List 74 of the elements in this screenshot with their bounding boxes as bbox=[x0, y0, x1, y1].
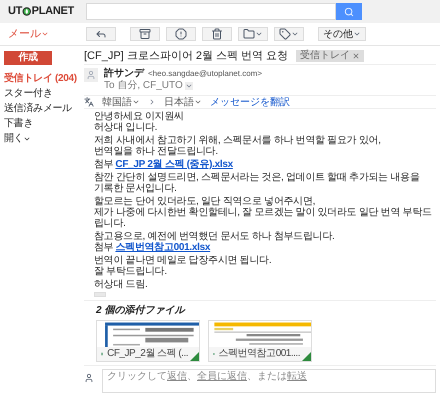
reply-prompt: 、 bbox=[187, 371, 197, 382]
spreadsheet-icon bbox=[101, 350, 104, 358]
body-text: 첨부 bbox=[94, 159, 114, 170]
close-icon[interactable] bbox=[352, 52, 360, 60]
reply-link[interactable]: 全員に返信 bbox=[197, 371, 247, 382]
corner-icon bbox=[302, 352, 311, 361]
trash-button[interactable] bbox=[202, 27, 232, 41]
caret-icon bbox=[194, 98, 202, 106]
body-text: 참깐 간단히 설명드리면, 스펙문서라는 것은, 업데이트 할때 추가되는 내용을 bbox=[94, 172, 420, 183]
folder-icon bbox=[243, 28, 255, 40]
body-text: 기록한 문서입니다. bbox=[94, 183, 178, 194]
body-text: 할모르는 단어 있더라도, 일단 직역으로 넣어주시면, bbox=[94, 196, 316, 207]
body-text: 잘 부탁드립니다. bbox=[94, 266, 168, 277]
body-text: 저희 사내에서 참고하기 위해, 스펙문서를 하나 번역할 필요가 있어, bbox=[94, 135, 382, 146]
attachment-card[interactable]: CF_JP_2월 스펙 (... bbox=[96, 320, 200, 362]
trash-icon bbox=[211, 28, 223, 40]
sender-email: <heo.sangdae@utoplanet.com> bbox=[148, 68, 262, 80]
body-text: 허상대 입니다. bbox=[94, 122, 158, 133]
reply-box[interactable]: クリックして返信、全員に返信、または転送 bbox=[102, 369, 436, 393]
archive-button[interactable] bbox=[130, 27, 160, 41]
body-text: 제가 나중에 다시한번 확인할테니, 잘 모르겠는 말이 있더라도 일단 번역 부탁드립니다. bbox=[94, 207, 433, 229]
label-tag: 受信トレイ bbox=[296, 50, 364, 62]
tag-icon bbox=[279, 28, 291, 40]
sidebar-item[interactable]: 受信トレイ (204) bbox=[4, 71, 84, 86]
more-button[interactable]: その他 bbox=[318, 27, 366, 41]
search-button[interactable] bbox=[336, 3, 362, 20]
archive-icon bbox=[139, 28, 151, 40]
corner-icon bbox=[190, 352, 199, 361]
sidebar-item[interactable]: 開く bbox=[4, 131, 84, 146]
caret-icon[interactable] bbox=[184, 82, 193, 90]
translate-link[interactable]: メッセージを翻訳 bbox=[210, 94, 290, 110]
email-subject: [CF_JP] 크로스파이어 2월 스펙 번역 요청 bbox=[84, 48, 288, 64]
reply-button[interactable] bbox=[86, 27, 116, 41]
attachment-name: CF_JP_2월 스펙 (... bbox=[107, 348, 188, 360]
attachment-name: 스펙번역참고001.... bbox=[218, 348, 300, 360]
caret-icon bbox=[41, 30, 49, 38]
reply-icon bbox=[95, 28, 107, 40]
spam-icon bbox=[175, 28, 187, 40]
search-field[interactable] bbox=[86, 3, 336, 20]
attachment-card[interactable]: 스펙번역참고001.... bbox=[208, 320, 312, 362]
sidebar-item[interactable]: 送信済みメール bbox=[4, 101, 84, 116]
sidebar-item[interactable]: スター付き bbox=[4, 86, 84, 101]
sidebar-item[interactable]: 下書き bbox=[4, 116, 84, 131]
reply-link[interactable]: 転送 bbox=[287, 371, 307, 382]
source-language[interactable]: 韓国語 bbox=[102, 94, 140, 110]
caret-icon bbox=[353, 30, 361, 38]
search-icon bbox=[344, 6, 354, 16]
reply-link[interactable]: 返信 bbox=[167, 371, 187, 382]
caret-icon bbox=[255, 30, 263, 38]
reply-prompt: クリックして bbox=[107, 371, 167, 382]
attachment-link[interactable]: 스펙번역참고001.xlsx bbox=[115, 242, 210, 253]
spam-button[interactable] bbox=[166, 27, 196, 41]
tag-button[interactable] bbox=[274, 27, 304, 41]
reply-prompt: 、または bbox=[247, 371, 287, 382]
compose-button[interactable]: 作成 bbox=[4, 51, 52, 65]
caret-icon bbox=[291, 30, 299, 38]
logo: UT PLANET bbox=[8, 4, 74, 20]
person-icon bbox=[84, 373, 94, 383]
attachment-link[interactable]: CF_JP 2월 스펙 (중유).xlsx bbox=[115, 159, 233, 170]
translate-icon bbox=[84, 97, 94, 107]
mail-menu[interactable]: メール bbox=[8, 26, 74, 42]
flame-icon bbox=[22, 6, 32, 17]
folder-button[interactable] bbox=[238, 27, 268, 41]
caret-icon bbox=[132, 98, 140, 106]
body-text: 참고용으로, 예전에 번역했던 문서도 하나 첨부드립니다. bbox=[94, 231, 336, 242]
recipients: To 自分, CF_UTO bbox=[104, 80, 183, 92]
body-text: 첨부 bbox=[94, 242, 114, 253]
body-text: 허상대 드림. bbox=[94, 279, 148, 290]
attachments-title: 2 個の添付ファイル bbox=[94, 304, 186, 318]
target-language[interactable]: 日本語 bbox=[164, 94, 202, 110]
sender-name: 許サンデ bbox=[104, 68, 144, 80]
body-text: 안녕하세요 이지원씨 bbox=[94, 111, 185, 122]
body-text: 번역이 끝나면 메일로 답장주시면 됩니다. bbox=[94, 255, 272, 266]
body-text: 번역일을 하나 전달드립니다. bbox=[94, 146, 219, 157]
